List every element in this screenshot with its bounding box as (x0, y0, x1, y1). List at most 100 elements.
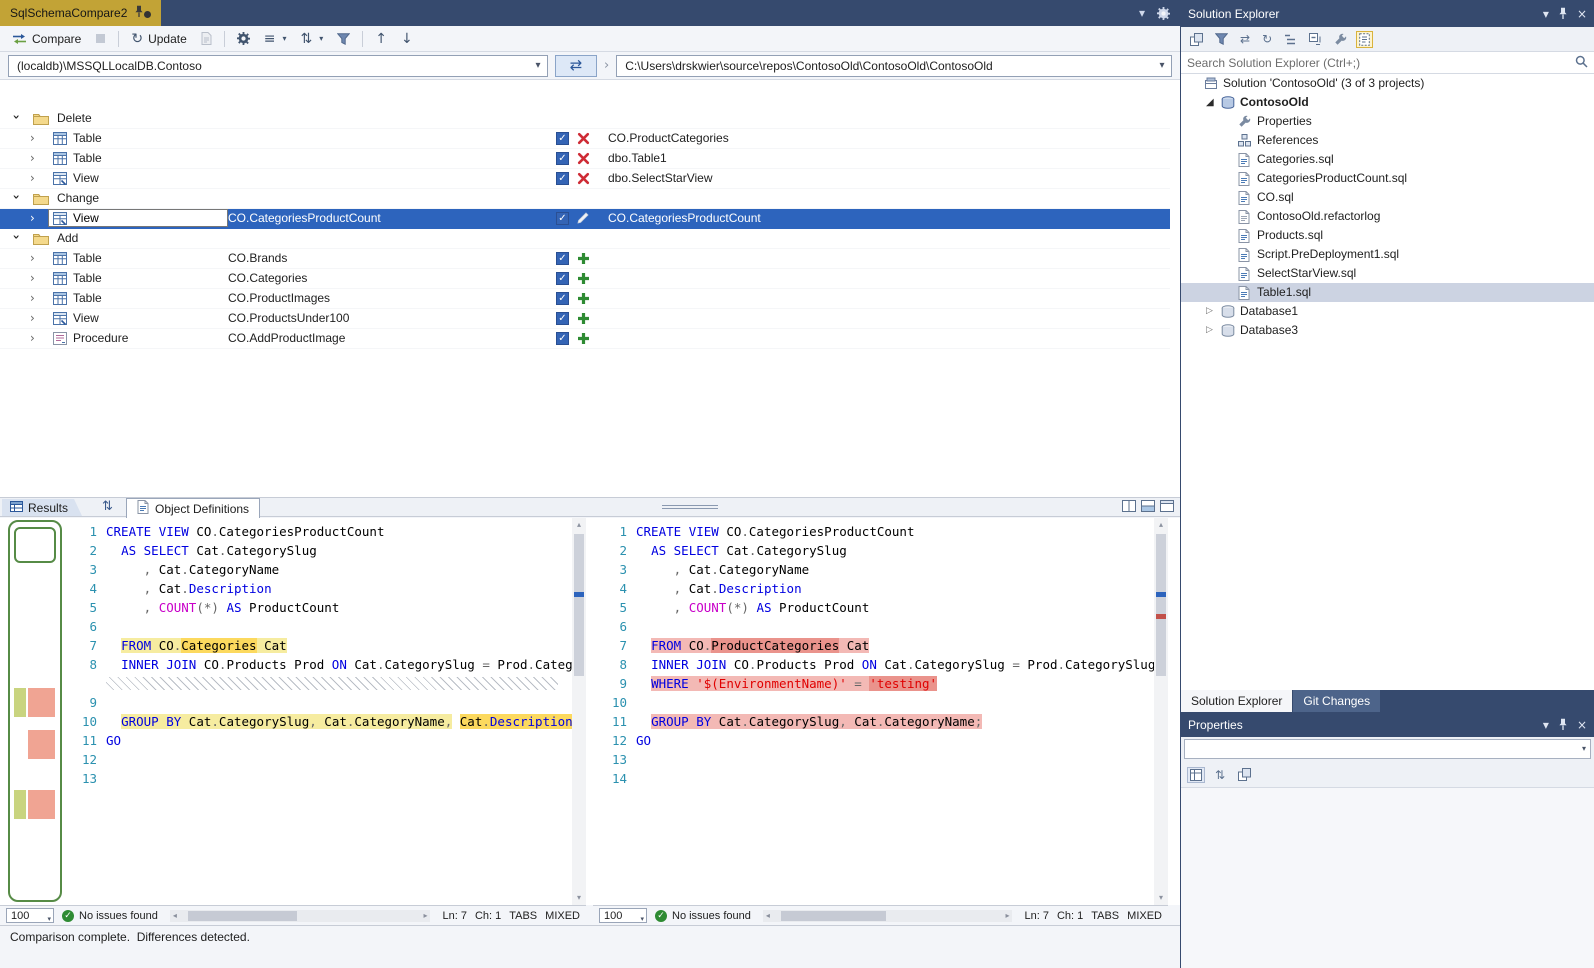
chevron-down-icon[interactable]: ▾ (1543, 719, 1549, 731)
tree-item-products-sql[interactable]: Products.sql (1181, 226, 1594, 245)
horizontal-scrollbar[interactable]: ◂▸ (763, 910, 1013, 922)
include-checkbox[interactable]: ✓ (556, 132, 569, 145)
expand-arrow-icon[interactable]: ▷ (1206, 321, 1213, 340)
settings-gear-icon[interactable] (1157, 7, 1170, 20)
expander-chevron-icon[interactable]: › (9, 195, 23, 200)
scrollbar-thumb[interactable] (188, 911, 297, 921)
nest-related-files-icon[interactable] (1282, 32, 1299, 47)
chevron-down-icon[interactable]: ▾ (1153, 56, 1171, 76)
tab-solution-explorer[interactable]: Solution Explorer (1181, 690, 1292, 712)
collapse-all-icon[interactable] (1307, 32, 1324, 47)
close-icon[interactable]: × (1577, 8, 1587, 20)
include-checkbox[interactable]: ✓ (556, 312, 569, 325)
chevron-down-icon[interactable]: ▾ (1582, 744, 1586, 753)
source-combobox[interactable]: (localdb)\MSSQLLocalDB.Contoso ▾ (8, 55, 548, 77)
filter-funnel-button[interactable] (331, 28, 356, 50)
compare-row[interactable]: ›ViewCO.CategoriesProductCount✓CO.Catego… (0, 209, 1170, 229)
refresh-icon[interactable]: ↻ (1260, 32, 1274, 46)
focused-type-cell[interactable]: View (48, 209, 228, 227)
expander-chevron-icon[interactable]: › (30, 131, 35, 145)
properties-object-combobox[interactable]: ▾ (1181, 737, 1594, 762)
target-definition-editor[interactable]: 1CREATE VIEW CO.CategoriesProductCount2 … (593, 518, 1168, 905)
source-definition-editor[interactable]: 1CREATE VIEW CO.CategoriesProductCount2 … (63, 518, 586, 905)
scroll-down-icon[interactable]: ▾ (1154, 891, 1168, 905)
split-vertical-icon[interactable] (1122, 500, 1136, 512)
tree-item-co-sql[interactable]: CO.sql (1181, 188, 1594, 207)
compare-row[interactable]: ›ProcedureCO.AddProductImage✓ (0, 329, 1170, 349)
expander-chevron-icon[interactable]: › (9, 115, 23, 120)
source-code[interactable]: 1CREATE VIEW CO.CategoriesProductCount2 … (63, 522, 572, 905)
chevron-down-icon[interactable]: ▾ (529, 56, 547, 76)
scrollbar-thumb[interactable] (1156, 534, 1166, 676)
search-icon[interactable] (1575, 55, 1588, 68)
expander-chevron-icon[interactable]: › (9, 235, 23, 240)
compare-row[interactable]: ›TableCO.Brands✓ (0, 249, 1170, 269)
compare-row[interactable]: ›View✓dbo.SelectStarView (0, 169, 1170, 189)
target-combobox[interactable]: C:\Users\drskwier\source\repos\ContosoOl… (616, 55, 1172, 77)
properties-wrench-icon[interactable] (1332, 32, 1349, 47)
scroll-up-icon[interactable]: ▴ (572, 518, 586, 532)
vertical-scrollbar[interactable]: ▴ ▾ (572, 518, 586, 905)
tree-item-properties[interactable]: Properties (1181, 112, 1594, 131)
expand-arrow-icon[interactable]: ▷ (1206, 302, 1213, 321)
group-row-delete[interactable]: ›Delete (0, 109, 1170, 129)
include-checkbox[interactable]: ✓ (556, 292, 569, 305)
expander-chevron-icon[interactable]: › (30, 291, 35, 305)
generate-script-button[interactable] (195, 28, 218, 50)
compare-row[interactable]: ›Table✓dbo.Table1 (0, 149, 1170, 169)
include-checkbox[interactable]: ✓ (556, 332, 569, 345)
search-input[interactable] (1181, 56, 1575, 70)
group-row-change[interactable]: ›Change (0, 189, 1170, 209)
property-pages-icon[interactable] (1236, 767, 1253, 782)
split-horizontal-icon[interactable] (1141, 500, 1155, 512)
expander-chevron-icon[interactable]: › (30, 271, 35, 285)
tree-item-selectstarview-sql[interactable]: SelectStarView.sql (1181, 264, 1594, 283)
compare-row[interactable]: ›TableCO.ProductImages✓ (0, 289, 1170, 309)
include-checkbox[interactable]: ✓ (556, 272, 569, 285)
compare-row[interactable]: ›ViewCO.ProductsUnder100✓ (0, 309, 1170, 329)
pin-icon[interactable] (1558, 7, 1568, 20)
include-checkbox[interactable]: ✓ (556, 252, 569, 265)
tree-item-categoriesproductcount-sql[interactable]: CategoriesProductCount.sql (1181, 169, 1594, 188)
expander-chevron-icon[interactable]: › (30, 171, 35, 185)
diff-overview-map[interactable] (8, 520, 62, 902)
settings-gear-button[interactable] (231, 28, 256, 50)
tree-item-script-predeployment1-sql[interactable]: Script.PreDeployment1.sql (1181, 245, 1594, 264)
tab-git-changes[interactable]: Git Changes (1293, 690, 1380, 712)
group-by-button[interactable]: ≡▾ (258, 28, 293, 50)
show-all-files-icon[interactable] (1357, 32, 1372, 47)
tree-item-categories-sql[interactable]: Categories.sql (1181, 150, 1594, 169)
pin-icon[interactable] (134, 5, 144, 18)
sync-with-active-document-icon[interactable]: ⇄ (1238, 32, 1252, 46)
previous-difference-button[interactable]: ↑ (369, 28, 393, 50)
include-checkbox[interactable]: ✓ (556, 152, 569, 165)
zoom-combobox[interactable]: 100 %▾ (599, 908, 647, 923)
collapse-arrow-icon[interactable]: ◢ (1206, 93, 1214, 112)
scrollbar-thumb[interactable] (574, 534, 584, 676)
horizontal-scrollbar[interactable]: ◂▸ (170, 910, 431, 922)
solution-explorer-search[interactable] (1181, 52, 1594, 74)
include-checkbox[interactable]: ✓ (556, 172, 569, 185)
compare-button[interactable]: Compare (6, 28, 87, 50)
tree-item-solution-contosoold-3-of-3-projects[interactable]: Solution 'ContosoOld' (3 of 3 projects) (1181, 74, 1594, 93)
target-code[interactable]: 1CREATE VIEW CO.CategoriesProductCount2 … (593, 522, 1154, 905)
switch-views-icon[interactable] (1188, 32, 1205, 47)
vertical-scrollbar[interactable]: ▴ ▾ (1154, 518, 1168, 905)
zoom-combobox[interactable]: 100 %▾ (6, 908, 54, 923)
tab-results[interactable]: Results (2, 499, 82, 516)
next-difference-button[interactable]: ↓ (395, 28, 419, 50)
categorized-icon[interactable] (1188, 768, 1204, 782)
swap-panes-icon[interactable]: ⇅ (102, 499, 113, 514)
solution-explorer-titlebar[interactable]: Solution Explorer ▾× (1181, 0, 1594, 27)
compare-row[interactable]: ›TableCO.Categories✓ (0, 269, 1170, 289)
filter-pending-changes-icon[interactable] (1213, 32, 1230, 46)
stop-button[interactable] (89, 28, 112, 50)
properties-titlebar[interactable]: Properties ▾× (1181, 712, 1594, 737)
tree-item-database3[interactable]: ▷Database3 (1181, 321, 1594, 340)
close-icon[interactable]: × (1577, 719, 1587, 731)
alphabetical-icon[interactable]: ⇅ (1213, 768, 1227, 782)
tree-item-table1-sql[interactable]: Table1.sql (1181, 283, 1594, 302)
scrollbar-thumb[interactable] (781, 911, 886, 921)
update-button[interactable]: ↻Update (125, 28, 192, 50)
expander-chevron-icon[interactable]: › (30, 311, 35, 325)
